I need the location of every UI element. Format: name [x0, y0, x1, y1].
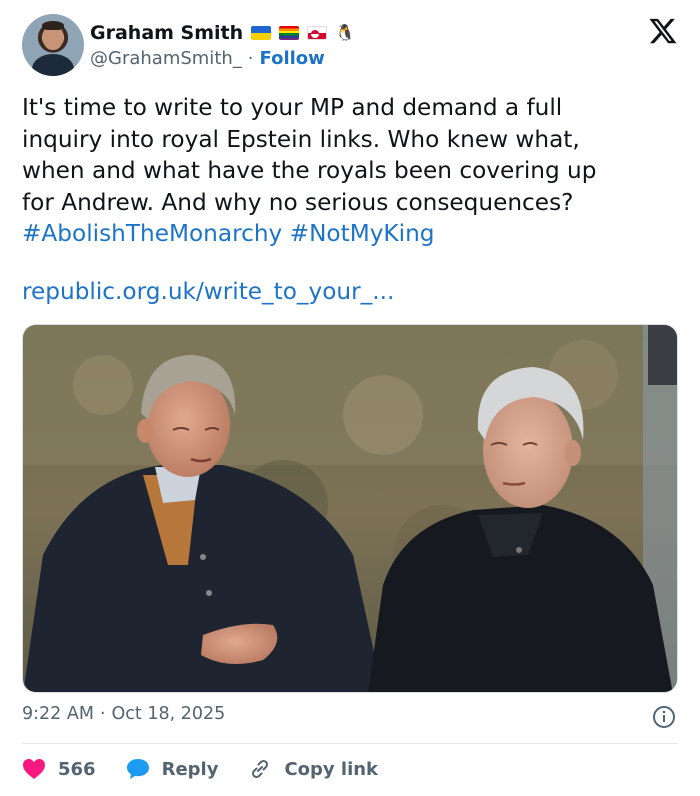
- tweet-meta: 9:22 AM · Oct 18, 2025: [22, 704, 225, 724]
- tweet-date[interactable]: Oct 18, 2025: [112, 704, 226, 724]
- tweet-line: for Andrew. And why no serious consequen…: [22, 188, 574, 216]
- name-row: Graham Smith 🐧: [90, 20, 355, 46]
- ukraine-flag-icon: [251, 26, 272, 40]
- divider: [22, 743, 678, 744]
- tweet-line: inquiry into royal Epstein links. Who kn…: [22, 125, 580, 153]
- tweet-line: when and what have the royals been cover…: [22, 157, 597, 184]
- info-icon[interactable]: [652, 705, 676, 729]
- follow-button[interactable]: Follow: [260, 48, 325, 69]
- user-handle[interactable]: @GrahamSmith_: [90, 48, 242, 69]
- reply-label: Reply: [161, 758, 219, 780]
- avatar[interactable]: [22, 14, 84, 76]
- hashtag-link[interactable]: #AbolishTheMonarchy: [22, 220, 282, 247]
- separator-dot: ·: [99, 704, 106, 724]
- hashtag-link[interactable]: #NotMyKing: [290, 220, 435, 247]
- separator-dot: ·: [247, 48, 254, 69]
- tweet-time[interactable]: 9:22 AM: [22, 704, 94, 724]
- rainbow-flag-icon: [279, 26, 300, 40]
- photo-image: [23, 325, 677, 692]
- tweet-text: It's time to write to your MP and demand…: [22, 92, 678, 250]
- link-icon: [252, 759, 269, 779]
- display-name[interactable]: Graham Smith: [90, 22, 243, 44]
- tweet-photo[interactable]: [22, 324, 678, 693]
- reply-bubble-icon: [126, 759, 149, 779]
- heart-icon: [23, 759, 45, 779]
- greenland-flag-icon: [307, 26, 328, 40]
- like-count: 566: [58, 758, 96, 780]
- x-logo-icon[interactable]: [648, 16, 678, 46]
- copy-link-label: Copy link: [284, 758, 379, 780]
- penguin-icon: 🐧: [335, 23, 356, 42]
- hashtag-line: #AbolishTheMonarchy #NotMyKing: [22, 218, 678, 250]
- external-link[interactable]: republic.org.uk/write_to_your_...: [22, 278, 394, 305]
- reply-button[interactable]: Reply: [126, 758, 219, 780]
- handle-row: @GrahamSmith_ · Follow: [90, 48, 325, 69]
- tweet-line: It's time to write to your MP and demand…: [22, 94, 563, 121]
- like-button[interactable]: 566: [22, 758, 96, 780]
- copy-link-button[interactable]: Copy link: [248, 757, 378, 781]
- tweet-header: Graham Smith 🐧 @GrahamSmith_ · Follow: [22, 14, 682, 80]
- action-bar: 566 Reply Copy link: [22, 754, 408, 784]
